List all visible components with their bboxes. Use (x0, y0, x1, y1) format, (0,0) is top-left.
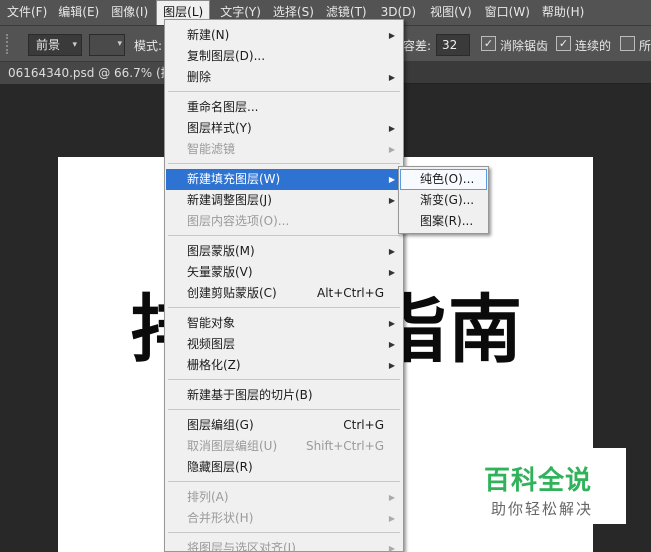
menu-separator (168, 409, 400, 410)
menu-item-label: 排列(A) (187, 490, 229, 504)
menu-item-label: 新建调整图层(J) (187, 193, 272, 207)
submenu-item-gradient[interactable]: 渐变(G)... (400, 190, 487, 211)
menu-item-label: 栅格化(Z) (187, 358, 241, 372)
menu-separator (168, 235, 400, 236)
menu-help[interactable]: 帮助(H) (530, 0, 584, 25)
fill-source-value: 前景 (36, 38, 61, 52)
menu-item-smart-filter: 智能滤镜 ▶ (166, 139, 402, 160)
menu-item-create-clipping-mask[interactable]: 创建剪贴蒙版(C) Alt+Ctrl+G (166, 283, 402, 304)
menu-item-new-adjustment-layer[interactable]: 新建调整图层(J) ▶ (166, 190, 402, 211)
watermark-title: 百科全说 (484, 466, 593, 496)
submenu-arrow-icon: ▶ (388, 145, 395, 154)
submenu-arrow-icon: ▶ (388, 361, 395, 370)
menu-item-shortcut: Shift+Ctrl+G (305, 439, 384, 453)
submenu-arrow-icon: ▶ (388, 73, 395, 82)
contiguous-label: 连续的 (575, 39, 612, 53)
menu-item-label: 图层内容选项(O)... (187, 214, 290, 228)
menu-item-label: 矢量蒙版(V) (187, 265, 253, 279)
submenu-arrow-icon: ▶ (388, 268, 395, 277)
submenu-arrow-icon: ▶ (388, 319, 395, 328)
menu-item-label: 复制图层(D)... (187, 49, 266, 63)
layer-menu-dropdown: 新建(N) ▶ 复制图层(D)... 删除 ▶ 重命名图层... 图层样式(Y) ▶ … (164, 19, 404, 552)
menu-separator (168, 163, 400, 164)
chevron-down-icon: ▾ (117, 39, 122, 49)
menu-item-duplicate-layer[interactable]: 复制图层(D)... (166, 46, 402, 67)
fill-source-dropdown[interactable]: 前景 ▾ (28, 34, 82, 56)
watermark-subtitle: 助你轻松解决 (491, 500, 594, 518)
menu-item-delete[interactable]: 删除 ▶ (166, 67, 402, 88)
menu-item-new[interactable]: 新建(N) ▶ (166, 25, 402, 46)
menu-item-label: 智能对象 (187, 316, 236, 330)
menu-item-layer-content-options: 图层内容选项(O)... (166, 211, 402, 232)
menu-item-combine-shapes: 合并形状(H) ▶ (166, 508, 402, 529)
menu-item-label: 智能滤镜 (187, 142, 236, 156)
submenu-arrow-icon: ▶ (388, 31, 395, 40)
submenu-item-pattern[interactable]: 图案(R)... (400, 211, 487, 232)
menu-item-label: 隐藏图层(R) (187, 460, 253, 474)
menu-item-label: 图层蒙版(M) (187, 244, 255, 258)
menu-item-new-layer-based-slice[interactable]: 新建基于图层的切片(B) (166, 385, 402, 406)
menu-item-label: 删除 (187, 70, 212, 84)
menu-item-label: 新建(N) (187, 28, 230, 42)
pattern-picker[interactable]: ▾ (89, 34, 125, 56)
menu-item-layer-mask[interactable]: 图层蒙版(M) ▶ (166, 241, 402, 262)
submenu-arrow-icon: ▶ (388, 124, 395, 133)
submenu-arrow-icon: ▶ (388, 247, 395, 256)
menu-item-label: 图层样式(Y) (187, 121, 252, 135)
menu-item-label: 重命名图层... (187, 100, 259, 114)
menu-edit[interactable]: 编辑(E) (47, 0, 99, 25)
antialias-checkbox[interactable]: ✓ (481, 36, 496, 51)
all-layers-label: 所 (639, 39, 651, 53)
menu-separator (168, 532, 400, 533)
menu-item-label: 新建基于图层的切片(B) (187, 388, 313, 402)
submenu-arrow-icon: ▶ (388, 544, 395, 552)
menu-item-label: 新建填充图层(W) (187, 172, 281, 186)
menu-item-label: 合并形状(H) (187, 511, 254, 525)
menu-item-shortcut: Alt+Ctrl+G (316, 286, 384, 300)
menu-item-rename-layer[interactable]: 重命名图层... (166, 97, 402, 118)
menu-item-smart-object[interactable]: 智能对象 ▶ (166, 313, 402, 334)
options-grip-handle[interactable] (6, 34, 12, 54)
submenu-arrow-icon: ▶ (388, 340, 395, 349)
menu-item-label: 图层编组(G) (187, 418, 254, 432)
menu-item-arrange: 排列(A) ▶ (166, 487, 402, 508)
contiguous-checkbox[interactable]: ✓ (556, 36, 571, 51)
menu-item-shortcut: Ctrl+G (343, 418, 384, 432)
menu-item-rasterize[interactable]: 栅格化(Z) ▶ (166, 355, 402, 376)
new-fill-layer-submenu: 纯色(O)... 渐变(G)... 图案(R)... (398, 166, 489, 234)
mode-label: 模式: (134, 39, 163, 53)
menu-item-label: 将图层与选区对齐(I) (187, 541, 296, 552)
menu-item-label: 取消图层编组(U) (187, 439, 278, 453)
menu-item-label: 创建剪贴蒙版(C) (187, 286, 277, 300)
menu-item-ungroup-layers: 取消图层编组(U) Shift+Ctrl+G (166, 436, 402, 457)
antialias-label: 消除锯齿 (500, 39, 549, 53)
menu-image[interactable]: 图像(I) (99, 0, 148, 25)
menu-file[interactable]: 文件(F) (0, 0, 47, 25)
menu-item-vector-mask[interactable]: 矢量蒙版(V) ▶ (166, 262, 402, 283)
menu-window[interactable]: 窗口(W) (472, 0, 530, 25)
submenu-arrow-icon: ▶ (388, 493, 395, 502)
menu-item-layer-style[interactable]: 图层样式(Y) ▶ (166, 118, 402, 139)
menu-item-align-layers-to-selection: 将图层与选区对齐(I) ▶ (166, 538, 402, 552)
menu-separator (168, 91, 400, 92)
chevron-down-icon: ▾ (72, 40, 77, 50)
document-tab[interactable]: 06164340.psd @ 66.7% (搜狗 (0, 62, 170, 84)
submenu-arrow-icon: ▶ (388, 175, 395, 184)
submenu-arrow-icon: ▶ (388, 196, 395, 205)
menu-item-group-layers[interactable]: 图层编组(G) Ctrl+G (166, 415, 402, 436)
submenu-item-solid-color[interactable]: 纯色(O)... (400, 169, 487, 190)
menu-separator (168, 481, 400, 482)
watermark-logo: 百科全说 助你轻松解决 (478, 448, 626, 524)
tolerance-input[interactable]: 32 (436, 34, 470, 56)
menu-separator (168, 307, 400, 308)
all-layers-checkbox[interactable] (620, 36, 635, 51)
menu-item-hide-layers[interactable]: 隐藏图层(R) (166, 457, 402, 478)
menu-view[interactable]: 视图(V) (416, 0, 472, 25)
submenu-arrow-icon: ▶ (388, 514, 395, 523)
menu-item-new-fill-layer[interactable]: 新建填充图层(W) ▶ (166, 169, 402, 190)
menu-separator (168, 379, 400, 380)
tolerance-label: 容差: (403, 39, 432, 53)
menu-item-label: 视频图层 (187, 337, 236, 351)
menu-item-video-layer[interactable]: 视频图层 ▶ (166, 334, 402, 355)
